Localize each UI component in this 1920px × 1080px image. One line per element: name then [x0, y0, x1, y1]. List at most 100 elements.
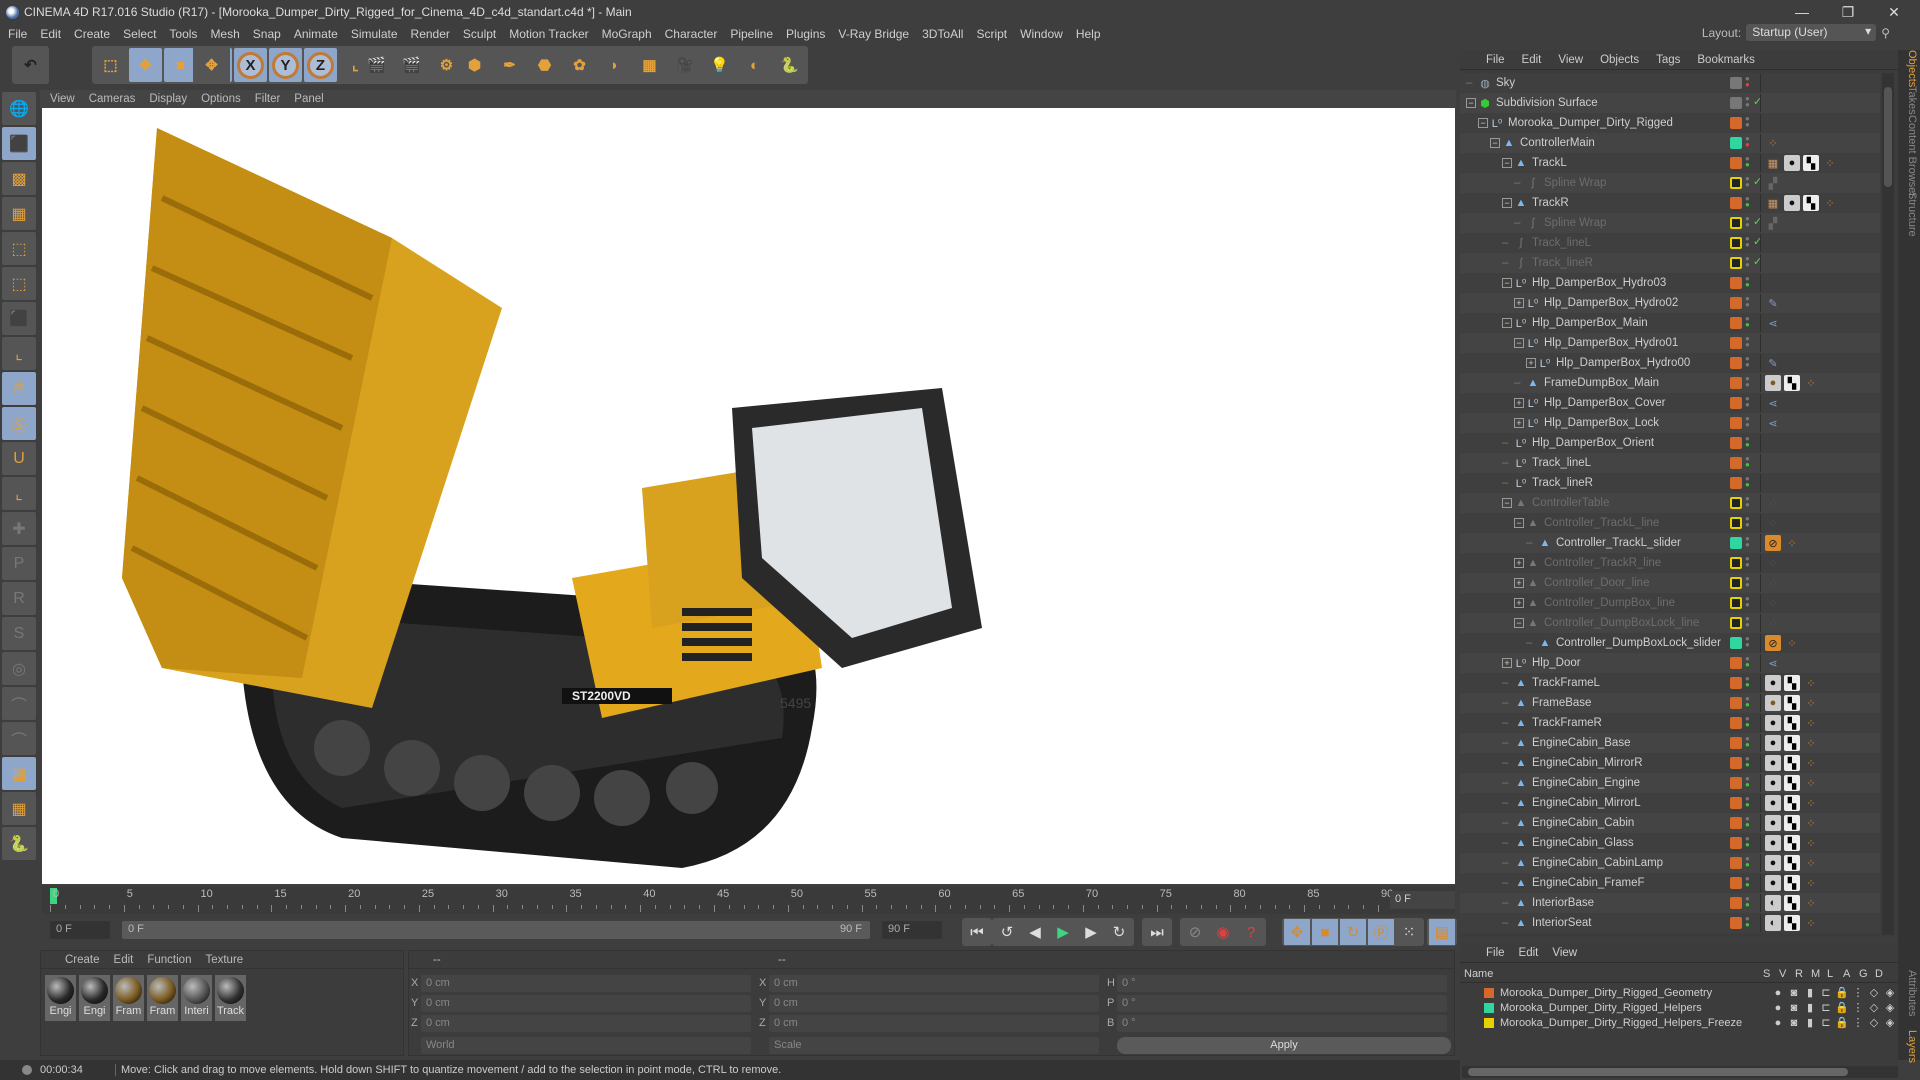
layer-toggle-icon[interactable]: ◇ — [1866, 1016, 1882, 1029]
object-name[interactable]: Hlp_Door — [1532, 657, 1581, 669]
frame-range-slider[interactable]: 0 F 90 F — [122, 921, 870, 939]
camera-icon[interactable]: 🎥 — [668, 48, 701, 82]
visibility-dots[interactable]: ● ● — [1745, 195, 1750, 209]
checker-tag-icon[interactable]: ▚ — [1784, 715, 1800, 731]
side-tab-content-browser[interactable]: Content Browser — [1900, 115, 1918, 197]
tree-tag-icon[interactable]: ⋖ — [1765, 315, 1781, 331]
menu-character[interactable]: Character — [665, 27, 718, 41]
layout-dropdown[interactable]: Startup (User) — [1746, 24, 1877, 41]
texture-mode-icon[interactable]: ▩ — [2, 162, 36, 195]
layer-color-swatch[interactable] — [1730, 657, 1742, 669]
expand-icon[interactable]: + — [1502, 658, 1512, 668]
ik-tag-icon[interactable]: ⁘ — [1803, 695, 1819, 711]
layer-color-swatch[interactable] — [1484, 1017, 1494, 1028]
menu-mograph[interactable]: MoGraph — [602, 27, 652, 41]
uv-tag-icon[interactable]: ▦ — [1765, 195, 1781, 211]
layer-color-swatch[interactable] — [1730, 397, 1742, 409]
ik-tag-icon[interactable]: ⁘ — [1803, 375, 1819, 391]
expand-icon[interactable]: + — [1514, 558, 1524, 568]
checker-tag-icon[interactable]: ▚ — [1784, 855, 1800, 871]
object-name[interactable]: Controller_Door_line — [1544, 577, 1649, 589]
object-row[interactable]: – ▲ Controller_TrackL_slider ● ● ⊘ ⁘ — [1460, 533, 1880, 553]
object-row[interactable]: – L⁰ Track_lineR ● ● — [1460, 473, 1880, 493]
visibility-dots[interactable]: ● ● — [1745, 295, 1750, 309]
key-parameter-icon[interactable]: Ⓟ — [1368, 919, 1394, 945]
object-name[interactable]: TrackL — [1532, 157, 1567, 169]
expand-icon[interactable]: + — [1514, 298, 1524, 308]
visibility-dots[interactable]: ● ● — [1745, 155, 1750, 169]
layer-color-swatch[interactable] — [1484, 1002, 1494, 1013]
object-name[interactable]: TrackFrameL — [1532, 677, 1600, 689]
visibility-dots[interactable]: ● ● — [1745, 675, 1750, 689]
search-icon[interactable]: ⚲ — [1881, 26, 1890, 40]
object-menu-tags[interactable]: Tags — [1656, 54, 1680, 66]
visibility-dots[interactable]: ● ● — [1745, 415, 1750, 429]
layer-column-l[interactable]: L — [1827, 968, 1833, 980]
play-icon[interactable]: ▶ — [1050, 919, 1076, 945]
edges-mode-icon[interactable]: ⬚ — [2, 267, 36, 300]
deformer-icon[interactable]: ◗ — [598, 48, 631, 82]
cube-icon[interactable]: ⬢ — [458, 48, 491, 82]
object-row[interactable]: – ▲ InteriorSeat ● ● ◐ ▚ ⁘ — [1460, 913, 1880, 933]
layer-color-swatch[interactable] — [1730, 317, 1742, 329]
layer-toggle-icon[interactable]: ● — [1770, 1002, 1786, 1014]
layer-toggle-icon[interactable]: ▮ — [1802, 1016, 1818, 1029]
ik-dim-tag-icon[interactable]: ⁘ — [1765, 615, 1781, 631]
visibility-dots[interactable]: ● ● — [1745, 735, 1750, 749]
coordinate-space-dropdown[interactable]: World — [421, 1037, 751, 1054]
menu-script[interactable]: Script — [976, 27, 1007, 41]
mat-dark-tag-icon[interactable]: ● — [1765, 795, 1781, 811]
ik-tag-icon[interactable]: ⁘ — [1803, 915, 1819, 931]
key-r-icon[interactable]: R — [2, 582, 36, 615]
mat-dark-tag-icon[interactable]: ● — [1765, 855, 1781, 871]
scrollbar-thumb[interactable] — [1884, 87, 1892, 187]
add-key-icon[interactable]: ✚ — [2, 512, 36, 545]
object-name[interactable]: Hlp_DamperBox_Hydro01 — [1544, 337, 1678, 349]
object-name[interactable]: EngineCabin_MirrorL — [1532, 797, 1641, 809]
key-scale-icon[interactable]: ■ — [1312, 919, 1338, 945]
material-swatch[interactable]: Fram — [147, 975, 178, 1021]
object-row[interactable]: − ▲ TrackL ● ● ▦ ● ▚ ⁘ — [1460, 153, 1880, 173]
viewport-menu-cameras[interactable]: Cameras — [89, 93, 136, 105]
object-menu-objects[interactable]: Objects — [1600, 54, 1639, 66]
collapse-icon[interactable]: − — [1502, 158, 1512, 168]
rot-h-field[interactable]: 0 ° — [1117, 975, 1447, 992]
layer-toggle-icon[interactable]: ⋮ — [1850, 1001, 1866, 1014]
layer-toggle-icon[interactable]: ⊏ — [1818, 986, 1834, 999]
menu-simulate[interactable]: Simulate — [351, 27, 398, 41]
current-frame-field[interactable]: 0 F — [1390, 891, 1455, 909]
object-name[interactable]: Hlp_DamperBox_Lock — [1544, 417, 1659, 429]
layer-color-swatch[interactable] — [1730, 97, 1742, 109]
pin-tag-icon[interactable]: ✎ — [1765, 355, 1781, 371]
visibility-dots[interactable]: ● ● — [1745, 555, 1750, 569]
model-mode-icon[interactable]: ⬛ — [2, 127, 36, 160]
object-name[interactable]: Controller_DumpBoxLock_slider — [1556, 637, 1721, 649]
layer-color-swatch[interactable] — [1730, 377, 1742, 389]
object-row[interactable]: – ∫ Spline Wrap ● ● ✓ ▞ — [1460, 173, 1880, 193]
timeline-window-icon[interactable]: ▤ — [1429, 919, 1455, 945]
object-row[interactable]: – ▲ FrameDumpBox_Main ● ● ● ▚ ⁘ — [1460, 373, 1880, 393]
collapse-icon[interactable]: − — [1502, 498, 1512, 508]
minimize-button[interactable]: — — [1782, 2, 1822, 22]
tree-tag-icon[interactable]: ⋖ — [1765, 395, 1781, 411]
object-name[interactable]: Controller_DumpBoxLock_line — [1544, 617, 1699, 629]
object-row[interactable]: − ⬢ Subdivision Surface ● ● ✓ — [1460, 93, 1880, 113]
object-row[interactable]: – ▲ EngineCabin_Engine ● ● ● ▚ ⁘ — [1460, 773, 1880, 793]
object-name[interactable]: Track_lineL — [1532, 237, 1591, 249]
layer-color-swatch[interactable] — [1730, 117, 1742, 129]
lock-workplane-icon[interactable]: ▦ — [2, 757, 36, 790]
go-to-start-icon[interactable]: ⏮ — [964, 919, 990, 945]
material-menu-texture[interactable]: Texture — [205, 954, 243, 966]
visibility-dots[interactable]: ● ● — [1745, 395, 1750, 409]
object-name[interactable]: Track_lineR — [1532, 477, 1593, 489]
mat-dark-tag-icon[interactable]: ● — [1765, 775, 1781, 791]
layer-color-swatch[interactable] — [1730, 637, 1742, 649]
layer-toggle-icon[interactable]: ◙ — [1786, 1017, 1802, 1029]
visibility-dots[interactable]: ● ● — [1745, 215, 1750, 229]
y-axis-icon[interactable]: Y — [269, 48, 302, 82]
mograph-cloner-icon[interactable]: ✿ — [563, 48, 596, 82]
layer-color-swatch[interactable] — [1730, 497, 1742, 509]
layer-column-r[interactable]: R — [1795, 968, 1803, 980]
mat-dark-tag-icon[interactable]: ● — [1765, 735, 1781, 751]
size-x-field[interactable]: 0 cm — [769, 975, 1099, 992]
